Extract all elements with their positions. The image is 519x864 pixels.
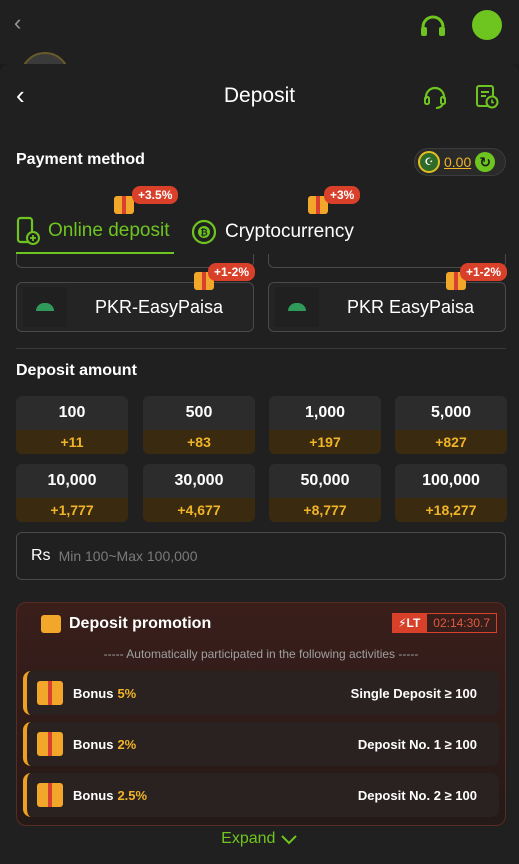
amount-value: 50,000	[300, 472, 350, 489]
bonus-percent: 2.5%	[117, 787, 148, 803]
crypto-coin-icon: ₿	[191, 219, 217, 245]
amount-input-placeholder: Min 100~Max 100,000	[58, 548, 198, 564]
promotion-title-row: Deposit promotion	[41, 615, 211, 633]
promotion-title: Deposit promotion	[69, 615, 212, 632]
easypaisa-logo-icon	[275, 287, 319, 327]
background-back-icon[interactable]: ‹	[14, 10, 21, 36]
amount-option[interactable]: 5,000 +827	[395, 396, 507, 454]
bonus-label: Bonus	[73, 787, 114, 803]
svg-text:₿: ₿	[200, 228, 207, 239]
gift-icon	[114, 196, 134, 214]
expand-label: Expand	[221, 830, 276, 847]
deposit-amount-title: Deposit amount	[16, 362, 137, 379]
amount-value: 1,000	[304, 404, 346, 421]
gift-icon	[37, 783, 63, 807]
amount-value: 5,000	[430, 404, 472, 421]
timer-tag-label: LT	[406, 616, 421, 630]
channel-card-pkr-easypaisa-1[interactable]: PKR-EasyPaisa	[16, 282, 254, 332]
amount-value: 100	[58, 404, 86, 421]
amount-bonus: +827	[395, 430, 507, 454]
amount-value: 10,000	[47, 472, 97, 489]
amount-value: 30,000	[174, 472, 224, 489]
deposit-header: ‹ Deposit	[0, 64, 519, 130]
customer-service-icon[interactable]	[422, 84, 448, 110]
pakistan-flag-icon: ☪	[418, 151, 440, 173]
phone-deposit-icon	[16, 216, 40, 245]
deposit-history-icon[interactable]	[474, 84, 500, 110]
lightning-tag: ⚡ LT	[392, 613, 427, 633]
balance-pill: ☪ 0.00 ↻	[414, 148, 506, 176]
amount-value: 500	[185, 404, 213, 421]
divider	[16, 348, 506, 349]
currency-symbol: Rs	[31, 547, 51, 564]
chevron-down-icon	[281, 835, 297, 845]
amount-option[interactable]: 100,000 +18,277	[395, 464, 507, 522]
amount-option[interactable]: 1,000 +197	[269, 396, 381, 454]
chat-icon[interactable]	[472, 10, 502, 40]
bonus-percent: 5%	[117, 685, 137, 701]
promotion-subtitle: ----- Automatically participated in the …	[103, 647, 419, 661]
promotion-item: Bonus 2.5% Deposit No. 2 ≥ 100	[23, 773, 499, 817]
bonus-label: Bonus	[73, 685, 114, 701]
crypto-bonus-badge: +3%	[324, 186, 361, 204]
amount-option[interactable]: 50,000 +8,777	[269, 464, 381, 522]
channel-bonus-badge: +1-2%	[208, 263, 256, 281]
promotion-item: Bonus 2% Deposit No. 1 ≥ 100	[23, 722, 499, 766]
refresh-icon[interactable]: ↻	[475, 152, 496, 172]
tab-cryptocurrency[interactable]: ₿ Cryptocurrency	[191, 210, 354, 254]
online-deposit-bonus-badge: +3.5%	[132, 186, 179, 204]
amount-option[interactable]: 100 +11	[16, 396, 128, 454]
bonus-label: Bonus	[73, 736, 114, 752]
amount-input[interactable]: Rs Min 100~Max 100,000	[16, 532, 506, 580]
deposit-promotion-panel: Deposit promotion ⚡ LT 02:14:30.7 ----- A…	[16, 602, 506, 826]
bonus-condition: Deposit No. 2 ≥ 100	[357, 787, 477, 803]
deposit-sheet: ‹ Deposit Payment method ☪ 0.00 ↻ Online…	[0, 64, 519, 864]
easypaisa-logo-icon	[23, 287, 67, 327]
amount-value: 100,000	[422, 472, 480, 489]
amount-option[interactable]: 30,000 +4,677	[143, 464, 255, 522]
amount-bonus: +8,777	[269, 498, 381, 522]
expand-button[interactable]: Expand	[0, 830, 519, 848]
amount-option[interactable]: 500 +83	[143, 396, 255, 454]
payment-tabs: Online deposit ₿ Cryptocurrency +3.5% +3…	[16, 186, 506, 254]
channel-name: PKR EasyPaisa	[347, 296, 475, 317]
bonus-condition: Deposit No. 1 ≥ 100	[357, 736, 477, 752]
channel-bonus-badge: +1-2%	[460, 263, 508, 281]
bonus-percent: 2%	[117, 736, 137, 752]
tab-online-deposit[interactable]: Online deposit	[16, 210, 174, 254]
balance-value: 0.00	[444, 154, 472, 170]
promotion-item: Bonus 5% Single Deposit ≥ 100	[23, 671, 499, 715]
gift-icon	[41, 615, 61, 633]
bonus-condition: Single Deposit ≥ 100	[350, 685, 477, 701]
amount-bonus: +18,277	[395, 498, 507, 522]
channel-card-pkr-easypaisa-2[interactable]: PKR EasyPaisa	[268, 282, 506, 332]
gift-icon	[37, 732, 63, 756]
amount-bonus: +1,777	[16, 498, 128, 522]
payment-method-row: Payment method ☪ 0.00 ↻	[16, 148, 506, 178]
channel-name: PKR-EasyPaisa	[95, 296, 224, 317]
promotion-timer: ⚡ LT 02:14:30.7	[392, 613, 497, 633]
gift-icon	[37, 681, 63, 705]
timer-value: 02:14:30.7	[426, 613, 497, 633]
amount-bonus: +83	[143, 430, 255, 454]
support-headset-icon[interactable]	[418, 12, 448, 42]
tab-cryptocurrency-label: Cryptocurrency	[225, 221, 354, 242]
tab-online-deposit-label: Online deposit	[48, 220, 170, 241]
amount-bonus: +11	[16, 430, 128, 454]
amount-bonus: +197	[269, 430, 381, 454]
amount-bonus: +4,677	[143, 498, 255, 522]
amount-option[interactable]: 10,000 +1,777	[16, 464, 128, 522]
channel-row-partial	[16, 254, 506, 268]
